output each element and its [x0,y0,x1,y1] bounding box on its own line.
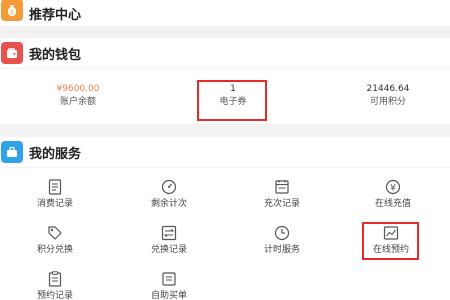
money-bag-icon: $ [1,0,23,21]
service-timing[interactable]: 计时服务 [232,224,332,256]
service-label: 预约记录 [36,291,73,300]
points-value: 21446.64 [366,84,410,94]
services-section-title: 我的服务 [29,146,82,162]
gauge-icon [161,179,177,195]
service-label: 计时服务 [263,245,300,255]
svg-text:$: $ [10,9,14,16]
coupon-highlight-box [197,80,267,121]
points-label: 可用积分 [369,97,406,107]
self-checkout-icon [162,272,176,286]
service-recharge-count-records[interactable]: 充次记录 [232,178,332,210]
clock-icon [274,225,290,241]
clipboard-icon [48,271,62,287]
exchange-icon [161,225,177,241]
service-label: 消费记录 [36,199,73,209]
calendar-list-icon [275,180,289,194]
service-label: 自助买单 [150,291,187,300]
service-self-checkout[interactable]: 自助买单 [119,270,219,300]
receipt-icon [48,179,62,195]
svg-text:¥: ¥ [390,184,396,194]
booking-highlight-box [362,222,419,260]
wallet-icon [1,42,23,64]
recommend-section-header[interactable]: $ 推荐中心 [0,0,450,26]
services-section-header: 我的服务 [0,137,450,167]
points-stat[interactable]: 21446.64 可用积分 [328,83,448,109]
service-remaining-count[interactable]: 剩余计次 [119,178,219,210]
recommend-section-title: 推荐中心 [29,7,82,23]
tag-icon [48,226,62,240]
wallet-section-title: 我的钱包 [29,47,82,63]
service-exchange-records[interactable]: 兑换记录 [119,224,219,256]
balance-stat[interactable]: ¥9600.00 账户余额 [18,83,138,109]
service-label: 充次记录 [263,199,300,209]
service-points-exchange[interactable]: 积分兑换 [5,224,105,256]
wallet-section-header: 我的钱包 [0,38,450,68]
service-label: 兑换记录 [150,245,187,255]
balance-label: 账户余额 [59,97,96,107]
balance-value: ¥9600.00 [56,84,100,94]
service-consumption-records[interactable]: 消费记录 [5,178,105,210]
yen-coin-icon: ¥ [385,179,401,195]
service-label: 在线充值 [374,199,411,209]
service-label: 剩余计次 [150,199,187,209]
service-label: 积分兑换 [36,245,73,255]
service-online-recharge[interactable]: ¥ 在线充值 [343,178,443,210]
briefcase-icon [1,141,23,163]
service-booking-records[interactable]: 预约记录 [5,270,105,300]
